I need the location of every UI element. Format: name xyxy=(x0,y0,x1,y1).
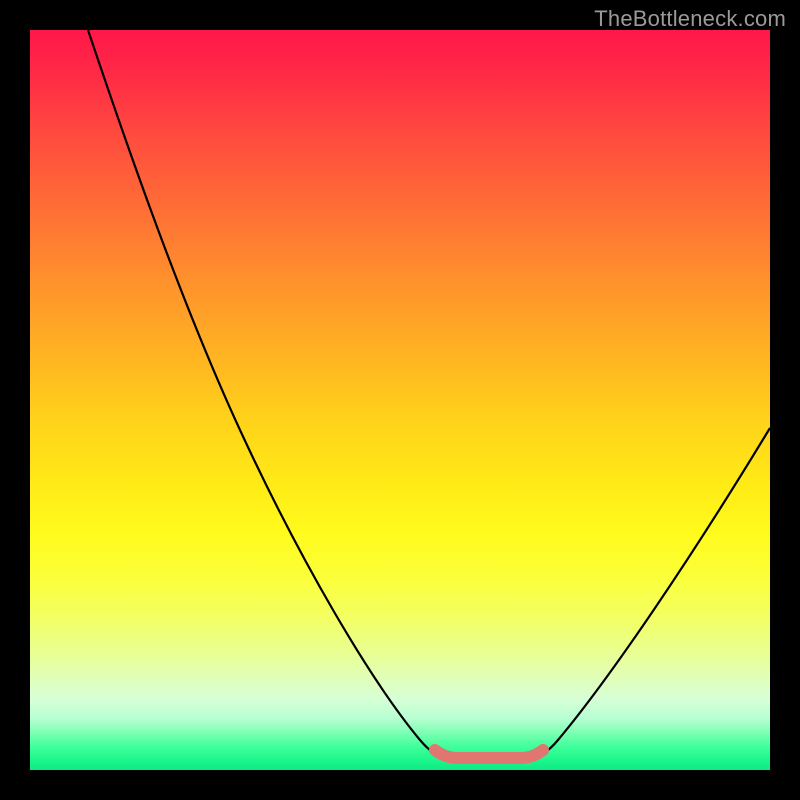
target-segment-path xyxy=(435,750,543,758)
plot-area xyxy=(30,30,770,770)
curve-svg xyxy=(30,30,770,770)
bottleneck-chart: TheBottleneck.com xyxy=(0,0,800,800)
watermark-text: TheBottleneck.com xyxy=(594,6,786,32)
bottleneck-curve-path xyxy=(88,30,770,758)
